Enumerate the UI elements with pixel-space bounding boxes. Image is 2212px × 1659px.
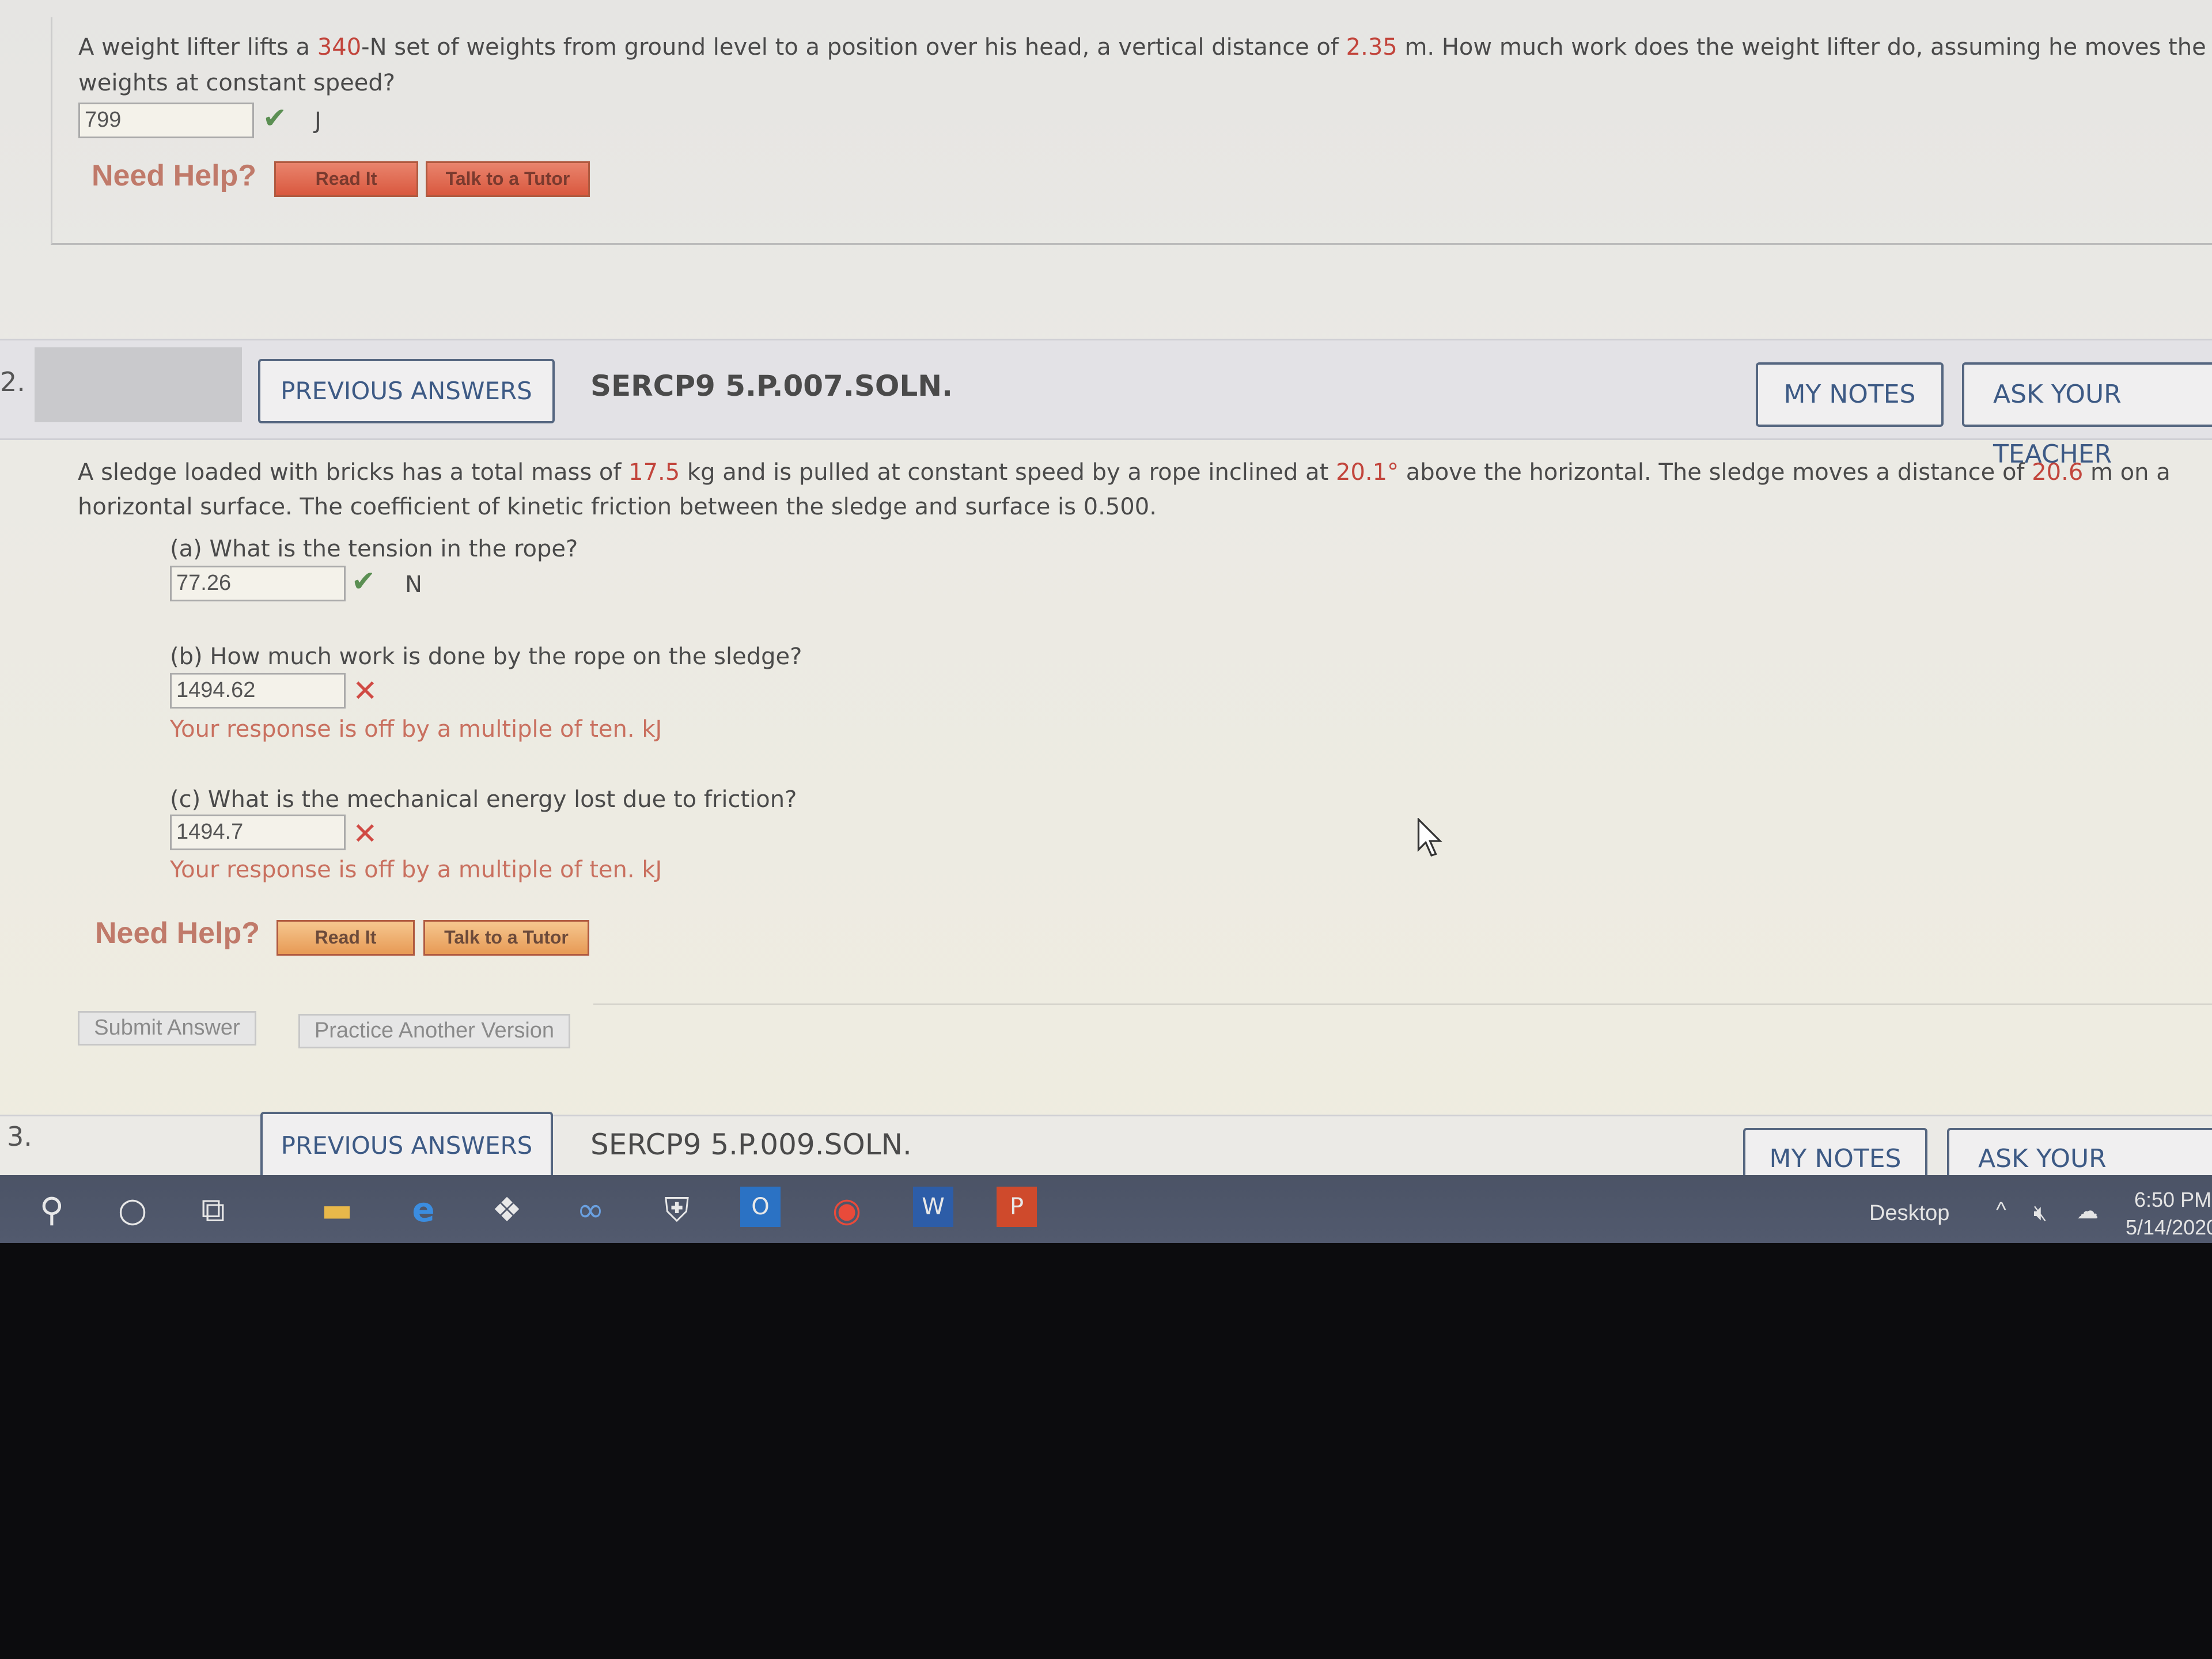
browser-page: A weight lifter lifts a 340-N set of wei… xyxy=(0,0,2212,1231)
volume-muted-icon[interactable]: 🔇︎ xyxy=(2033,1201,2047,1226)
outlook-icon[interactable]: O xyxy=(740,1187,781,1227)
desktop-toolbar-label[interactable]: Desktop xyxy=(1869,1201,1949,1226)
question-1-panel: A weight lifter lifts a 340-N set of wei… xyxy=(51,17,2212,245)
chevron-up-icon[interactable]: ^ xyxy=(1996,1198,2006,1223)
part-c-question: (c) What is the mechanical energy lost d… xyxy=(170,786,797,813)
part-b-answer-input[interactable]: 1494.62 xyxy=(170,673,346,709)
part-b-question: (b) How much work is done by the rope on… xyxy=(170,643,802,670)
mouse-cursor-icon xyxy=(1417,818,1442,857)
part-a-question: (a) What is the tension in the rope? xyxy=(170,536,578,562)
cortana-icon[interactable]: ○ xyxy=(109,1187,156,1233)
question-number: 3. xyxy=(7,1121,32,1152)
previous-answers-button[interactable]: PREVIOUS ANSWERS xyxy=(258,359,555,423)
part-b-feedback: Your response is off by a multiple of te… xyxy=(170,716,662,743)
clock-time[interactable]: 6:50 PM xyxy=(2134,1188,2211,1212)
incorrect-x-icon: ✕ xyxy=(353,674,378,709)
question-number: 2. xyxy=(0,366,25,397)
practice-another-version-button[interactable]: Practice Another Version xyxy=(298,1014,570,1048)
talk-to-tutor-button[interactable]: Talk to a Tutor xyxy=(423,920,589,956)
question-3-header: 3. PREVIOUS ANSWERS SERCP9 5.P.009.SOLN.… xyxy=(0,1112,2212,1231)
word-icon[interactable]: W xyxy=(913,1187,953,1227)
q1-answer-input[interactable]: 799 xyxy=(78,103,254,138)
problem-code: SERCP9 5.P.007.SOLN. xyxy=(590,369,953,403)
onedrive-icon[interactable]: ☁ xyxy=(2077,1198,2099,1224)
talk-to-tutor-button[interactable]: Talk to a Tutor xyxy=(426,161,590,197)
search-icon[interactable]: ⚲ xyxy=(29,1187,75,1233)
previous-answers-button[interactable]: PREVIOUS ANSWERS xyxy=(260,1112,553,1181)
problem-code: SERCP9 5.P.009.SOLN. xyxy=(590,1128,912,1161)
read-it-button[interactable]: Read It xyxy=(276,920,415,956)
need-help-label: Need Help? xyxy=(92,159,257,192)
my-notes-button[interactable]: MY NOTES xyxy=(1756,362,1944,427)
part-c-feedback: Your response is off by a multiple of te… xyxy=(170,857,662,883)
read-it-button[interactable]: Read It xyxy=(274,161,418,197)
dropbox-icon[interactable]: ❖ xyxy=(484,1187,530,1233)
question-2-text-line2: horizontal surface. The coefficient of k… xyxy=(78,494,1157,520)
check-icon: ✔ xyxy=(263,101,287,135)
score-box xyxy=(35,347,242,422)
submit-answer-button[interactable]: Submit Answer xyxy=(78,1011,256,1046)
chrome-icon[interactable]: ◉ xyxy=(824,1187,870,1233)
file-explorer-icon[interactable]: ▬ xyxy=(314,1187,360,1233)
part-a-answer-input[interactable]: 77.26 xyxy=(170,566,346,601)
need-help-label: Need Help? xyxy=(95,916,260,950)
check-icon: ✔ xyxy=(351,565,376,598)
divider xyxy=(593,1003,2212,1005)
unit-label: N xyxy=(405,571,422,598)
part-c-answer-input[interactable]: 1494.7 xyxy=(170,815,346,850)
taskbar: ⚲ ○ ⧉ ▬ e ❖ ∞ ⛨ O ◉ W P Desktop ^ 🔇︎ ☁ 6… xyxy=(0,1175,2212,1243)
incorrect-x-icon: ✕ xyxy=(353,817,378,851)
question-2-text: A sledge loaded with bricks has a total … xyxy=(78,459,2171,486)
infinity-icon[interactable]: ∞ xyxy=(567,1187,613,1233)
question-1-text: A weight lifter lifts a 340-N set of wei… xyxy=(78,34,2206,60)
clock-date[interactable]: 5/14/2020 xyxy=(2126,1215,2212,1240)
powerpoint-icon[interactable]: P xyxy=(997,1187,1037,1227)
edge-icon[interactable]: e xyxy=(400,1187,446,1233)
unit-label: J xyxy=(315,108,321,134)
task-view-icon[interactable]: ⧉ xyxy=(190,1187,236,1233)
ask-teacher-button[interactable]: ASK YOUR TEACHER xyxy=(1962,362,2212,469)
question-2-header: 2. PREVIOUS ANSWERS SERCP9 5.P.007.SOLN.… xyxy=(0,339,2212,469)
question-1-text-line2: weights at constant speed? xyxy=(78,70,395,96)
security-icon[interactable]: ⛨ xyxy=(654,1187,700,1233)
